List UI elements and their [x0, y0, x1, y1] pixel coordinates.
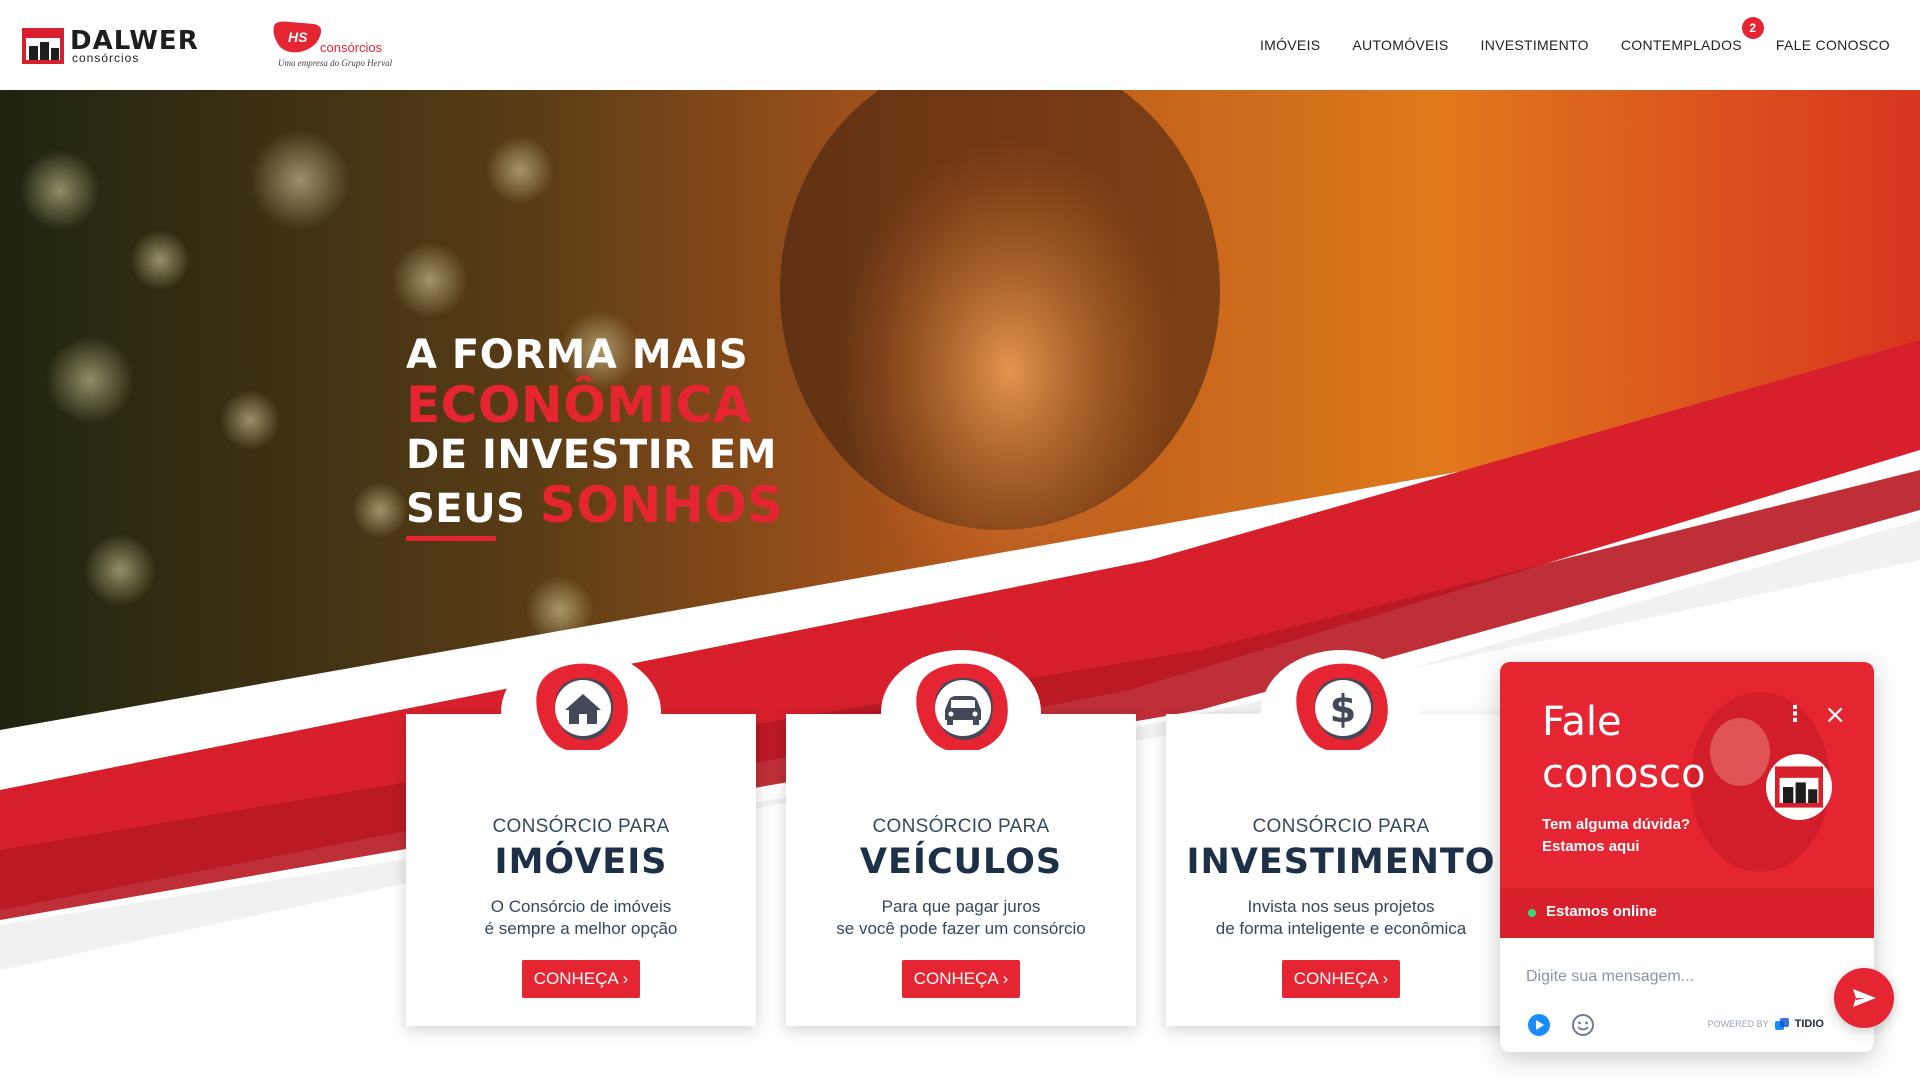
chevron-right-icon: ›: [1382, 969, 1389, 988]
avatar: [1766, 754, 1832, 820]
headline-word-sonhos: SONHOS: [539, 476, 784, 534]
dalwer-logo[interactable]: DALWER consórcios: [22, 26, 199, 66]
card-imoveis: CONSÓRCIO PARA IMÓVEIS O Consórcio de im…: [406, 650, 756, 1026]
card-kicker: CONSÓRCIO PARA: [872, 816, 1050, 837]
chat-widget: Fale conosco ⋮ × Tem alguma dúvida? Esta…: [1500, 662, 1874, 1052]
card-desc-line-2: de forma inteligente e econômica: [1215, 919, 1467, 938]
dollar-icon: $: [1261, 650, 1421, 750]
hs-tagline: Uma empresa do Grupo Herval: [278, 58, 393, 68]
card-title: INVESTIMENTO: [1186, 842, 1496, 882]
card-kicker: CONSÓRCIO PARA: [492, 816, 670, 837]
card-title: VEÍCULOS: [859, 842, 1063, 882]
nav-investimento[interactable]: INVESTIMENTO: [1481, 37, 1589, 53]
headline-line-1: A FORMA MAIS: [406, 332, 749, 378]
card-desc-line-2: se você pode fazer um consórcio: [836, 919, 1086, 938]
close-icon[interactable]: ×: [1824, 700, 1846, 730]
send-button[interactable]: [1834, 968, 1894, 1028]
nav-contemplados[interactable]: CONTEMPLADOS: [1621, 37, 1742, 53]
headline-line-3: DE INVESTIR EM: [406, 432, 777, 478]
attach-play-icon[interactable]: [1526, 1012, 1552, 1038]
card-title: IMÓVEIS: [494, 842, 668, 882]
site-header: DALWER consórcios HS consórcios Uma empr…: [0, 0, 1920, 90]
online-status: Estamos online: [1546, 903, 1657, 920]
nav-automoveis[interactable]: AUTOMÓVEIS: [1352, 37, 1448, 53]
headline-line-4: SEUS SONHOS: [406, 480, 784, 534]
hs-sub: consórcios: [320, 40, 383, 55]
hs-name: HS: [288, 29, 308, 45]
conheca-veiculos-button[interactable]: CONHEÇA ›: [901, 960, 1021, 998]
hs-logo-mark: HS consórcios: [273, 21, 383, 55]
card-desc-line-1: Invista nos seus projetos: [1247, 897, 1435, 916]
card-description: Invista nos seus projetos de forma intel…: [1166, 896, 1516, 940]
chevron-right-icon: ›: [1002, 969, 1009, 988]
hero-headline: A FORMA MAIS ECONÔMICA DE INVESTIR EM SE…: [406, 330, 784, 534]
card-desc-line-1: O Consórcio de imóveis: [490, 897, 672, 916]
nav-fale-conosco[interactable]: FALE CONOSCO: [1776, 37, 1890, 53]
powered-by: POWERED BY TIDIO: [1708, 1018, 1824, 1030]
card-desc-line-2: é sempre a melhor opção: [484, 919, 678, 938]
chevron-right-icon: ›: [622, 969, 629, 988]
card-investimento: $ CONSÓRCIO PARA INVESTIMENTO Invista no…: [1166, 650, 1516, 1026]
main-nav: IMÓVEIS AUTOMÓVEIS INVESTIMENTO CONTEMPL…: [1228, 0, 1890, 90]
emoji-icon[interactable]: [1570, 1012, 1596, 1038]
chat-title: Fale conosco: [1542, 699, 1706, 797]
button-label: CONHEÇA: [533, 969, 618, 988]
chat-header: Fale conosco ⋮ × Tem alguma dúvida? Esta…: [1500, 662, 1874, 938]
powered-by-label: POWERED BY: [1707, 1019, 1769, 1029]
conheca-investimento-button[interactable]: CONHEÇA ›: [1281, 960, 1401, 998]
chat-status-bar: Estamos online: [1500, 888, 1874, 938]
svg-text:$: $: [1330, 687, 1356, 731]
contemplados-count-badge: 2: [1741, 17, 1764, 39]
card-description: Para que pagar juros se você pode fazer …: [786, 896, 1136, 940]
send-icon: [1853, 989, 1876, 1007]
button-label: CONHEÇA: [913, 969, 998, 988]
tidio-logo-icon: [1774, 1018, 1789, 1030]
card-desc-line-1: Para que pagar juros: [881, 897, 1041, 916]
chat-subtitle: Tem alguma dúvida? Estamos aqui: [1542, 816, 1691, 855]
more-vertical-icon[interactable]: ⋮: [1784, 702, 1806, 727]
dalwer-logo-mark: [22, 28, 64, 64]
headline-word-seus: SEUS: [406, 486, 526, 532]
card-veiculos: CONSÓRCIO PARA VEÍCULOS Para que pagar j…: [786, 650, 1136, 1026]
card-description: O Consórcio de imóveis é sempre a melhor…: [406, 896, 756, 940]
card-kicker: CONSÓRCIO PARA: [1252, 816, 1430, 837]
online-dot-icon: [1528, 909, 1536, 917]
button-label: CONHEÇA: [1293, 969, 1378, 988]
headline-line-2: ECONÔMICA: [406, 376, 752, 434]
dalwer-avatar-icon: [1775, 766, 1823, 808]
provider-name: TIDIO: [1794, 1018, 1824, 1030]
car-icon: [881, 650, 1041, 750]
headline-underline: [406, 536, 496, 541]
hs-consorcios-logo[interactable]: HS consórcios Uma empresa do Grupo Herva…: [270, 20, 410, 72]
conheca-imoveis-button[interactable]: CONHEÇA ›: [521, 960, 641, 998]
chat-message-input[interactable]: Digite sua mensagem...: [1526, 968, 1694, 986]
nav-contemplados-wrap[interactable]: CONTEMPLADOS 2: [1621, 17, 1764, 53]
nav-imoveis[interactable]: IMÓVEIS: [1260, 37, 1320, 53]
house-icon: [501, 650, 661, 750]
